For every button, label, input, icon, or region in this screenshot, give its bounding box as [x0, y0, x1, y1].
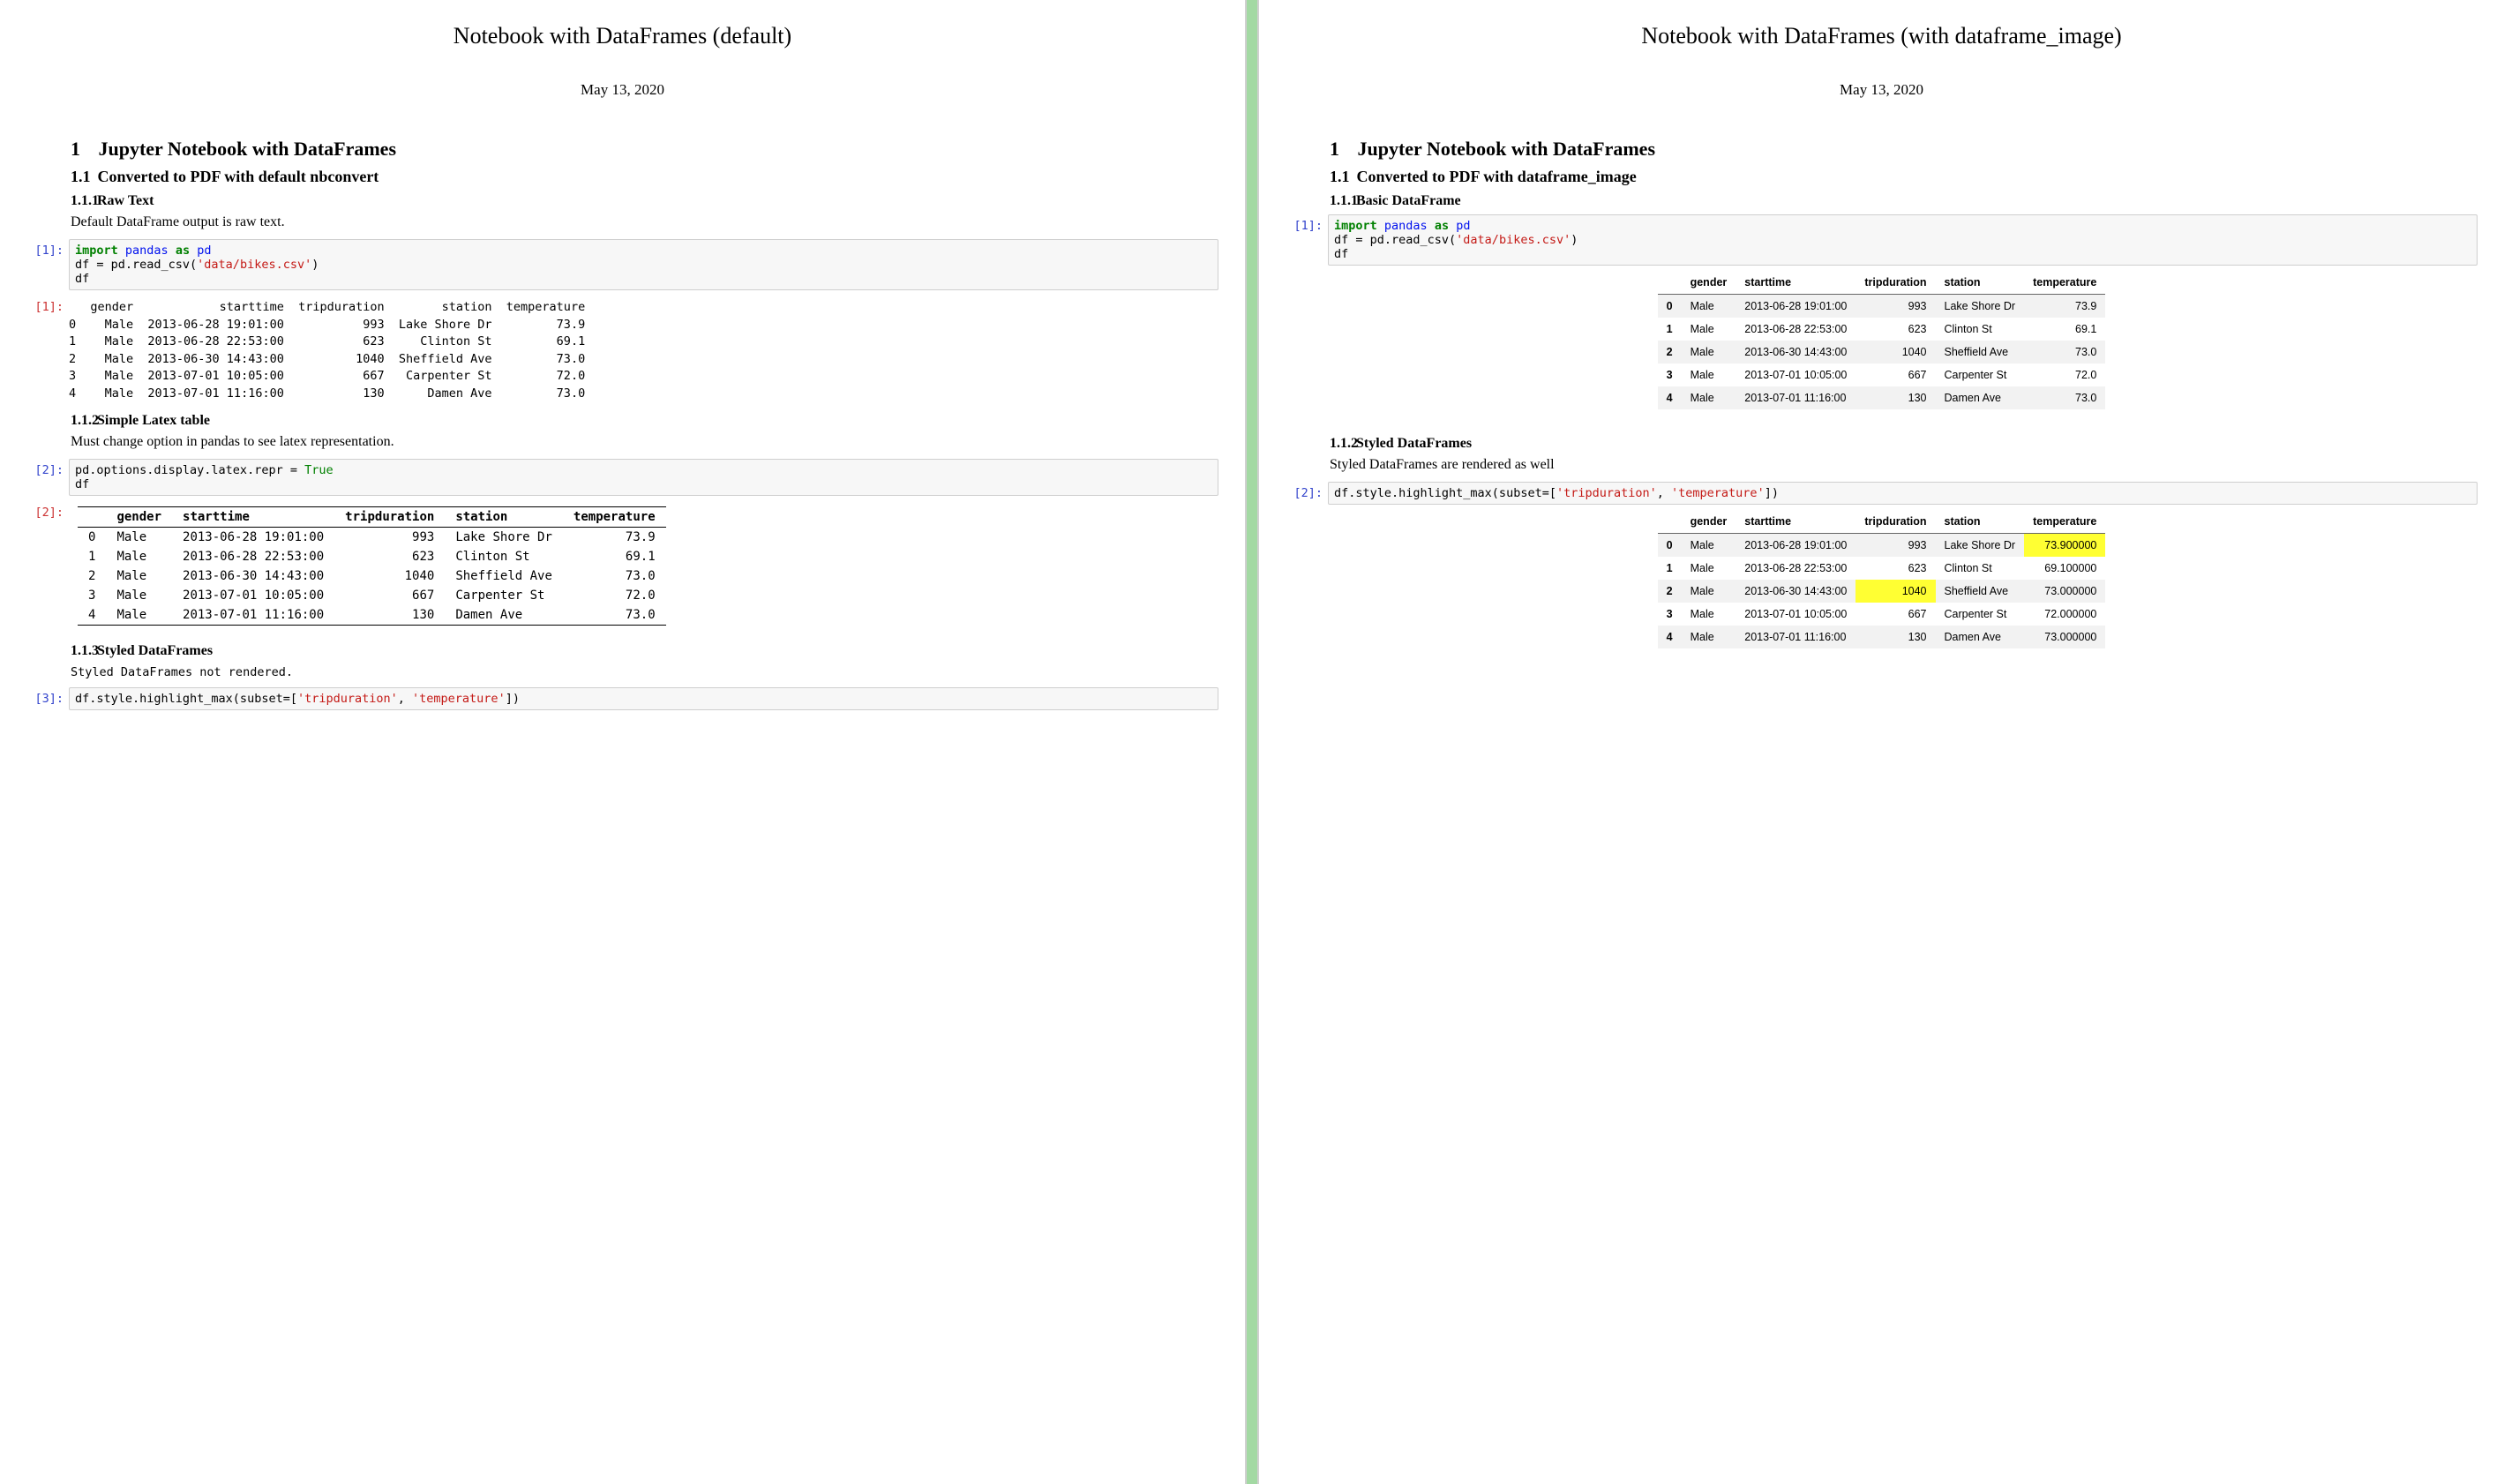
left-document: Notebook with DataFrames (default) May 1…: [0, 0, 1245, 1484]
in-prompt: [3]:: [26, 687, 69, 710]
vertical-divider: [1245, 0, 1259, 1484]
section-h3-styled: 1.1.3 Styled DataFrames: [71, 643, 1218, 659]
code-cell-1-left: [1]: import pandas as pd df = pd.read_cs…: [26, 239, 1218, 290]
out-prompt: [2]:: [26, 501, 69, 636]
code-cell-1-right: [1]: import pandas as pd df = pd.read_cs…: [1286, 214, 2478, 266]
code-cell-2-right: [2]: df.style.highlight_max(subset=['tri…: [1286, 482, 2478, 505]
right-document: Notebook with DataFrames (with dataframe…: [1259, 0, 2504, 1484]
in-prompt: [2]:: [1286, 482, 1328, 505]
output-cell-1-left: [1]: gender starttime tripduration stati…: [26, 296, 1218, 406]
section-h3-latex: 1.1.2 Simple Latex table: [71, 413, 1218, 429]
code-block: pd.options.display.latex.repr = True df: [69, 459, 1218, 496]
section-h3-raw-text: 1.1.1 Raw Text: [71, 193, 1218, 209]
in-prompt: [1]:: [26, 239, 69, 290]
paragraph: Styled DataFrames are rendered as well: [1330, 457, 2478, 473]
out-prompt: [1]:: [26, 296, 69, 406]
doc-title-right: Notebook with DataFrames (with dataframe…: [1286, 23, 2478, 49]
paragraph: Default DataFrame output is raw text.: [71, 214, 1218, 230]
raw-text-output: gender starttime tripduration station te…: [69, 299, 1218, 402]
in-prompt: [2]:: [26, 459, 69, 496]
section-h1-left: 1 Jupyter Notebook with DataFrames: [71, 138, 1218, 161]
code-cell-3-left: [3]: df.style.highlight_max(subset=['tri…: [26, 687, 1218, 710]
code-block: import pandas as pd df = pd.read_csv('da…: [1328, 214, 2478, 266]
code-block: import pandas as pd df = pd.read_csv('da…: [69, 239, 1218, 290]
section-h3-basic-df: 1.1.1 Basic DataFrame: [1330, 193, 2478, 209]
latex-table: genderstarttimetripdurationstationtemper…: [78, 506, 666, 626]
section-h2-left: 1.1 Converted to PDF with default nbconv…: [71, 168, 1218, 186]
paragraph: Must change option in pandas to see late…: [71, 434, 1218, 450]
output-cell-2-left: [2]: genderstarttimetripdurationstationt…: [26, 501, 1218, 636]
section-h3-styled-df: 1.1.2 Styled DataFrames: [1330, 436, 2478, 452]
paragraph-mono: Styled DataFrames not rendered.: [71, 664, 1218, 682]
in-prompt: [1]:: [1286, 214, 1328, 266]
styled-table-highlighted: genderstarttimetripdurationstationtemper…: [1658, 510, 2106, 648]
doc-date-left: May 13, 2020: [26, 81, 1218, 99]
doc-title-left: Notebook with DataFrames (default): [26, 23, 1218, 49]
doc-date-right: May 13, 2020: [1286, 81, 2478, 99]
code-block: df.style.highlight_max(subset=['tripdura…: [1328, 482, 2478, 505]
styled-table-basic: genderstarttimetripdurationstationtemper…: [1658, 271, 2106, 409]
code-cell-2-left: [2]: pd.options.display.latex.repr = Tru…: [26, 459, 1218, 496]
section-h2-right: 1.1 Converted to PDF with dataframe_imag…: [1330, 168, 2478, 186]
code-block: df.style.highlight_max(subset=['tripdura…: [69, 687, 1218, 710]
section-h1-right: 1 Jupyter Notebook with DataFrames: [1330, 138, 2478, 161]
